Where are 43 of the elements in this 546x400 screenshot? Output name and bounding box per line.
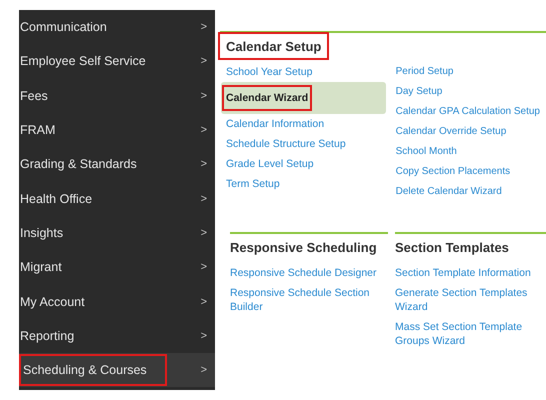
sidebar-item[interactable]: Insights > bbox=[19, 216, 215, 250]
menu-link[interactable]: Section Template Information bbox=[395, 266, 531, 280]
sidebar-item[interactable]: Employee Self Service > bbox=[19, 44, 215, 79]
menu-link[interactable]: Delete Calendar Wizard bbox=[396, 185, 502, 199]
chevron-icon: > bbox=[200, 90, 207, 102]
sidebar-item[interactable]: Scheduling & Courses > bbox=[19, 352, 215, 388]
chevron-icon: > bbox=[200, 124, 207, 136]
sidebar-item[interactable]: My Account > bbox=[19, 284, 215, 319]
sidebar-item[interactable]: Communication > bbox=[19, 10, 215, 44]
chevron-icon: > bbox=[200, 226, 207, 239]
sidebar-item[interactable]: Health Office > bbox=[19, 181, 215, 216]
menu-link[interactable]: Mass Set Section Template Groups Wizard bbox=[395, 320, 546, 348]
menu-link[interactable]: Period Setup bbox=[396, 65, 454, 79]
menu-link[interactable]: Copy Section Placements bbox=[396, 165, 510, 179]
chevron-icon: > bbox=[200, 21, 207, 34]
chevron-icon: > bbox=[200, 261, 207, 274]
chevron-icon: > bbox=[200, 158, 207, 170]
menu-link[interactable]: Calendar Information bbox=[226, 117, 324, 131]
chevron-icon: > bbox=[200, 55, 207, 68]
menu-link[interactable]: Responsive Schedule Designer bbox=[230, 266, 377, 280]
section-heading: Calendar Setup bbox=[220, 34, 328, 58]
chevron-icon: > bbox=[200, 192, 207, 205]
menu-link[interactable]: Calendar Override Setup bbox=[396, 125, 506, 139]
chevron-icon: > bbox=[200, 296, 207, 308]
menu-link[interactable]: Responsive Schedule Section Builder bbox=[230, 286, 388, 314]
menu-link[interactable]: Grade Level Setup bbox=[226, 157, 314, 171]
menu-link[interactable]: Schedule Structure Setup bbox=[226, 137, 346, 151]
menu-link[interactable]: Calendar Wizard bbox=[224, 87, 310, 109]
menu-link[interactable]: School Year Setup bbox=[226, 65, 312, 79]
menu-link[interactable]: Calendar GPA Calculation Setup bbox=[396, 105, 540, 119]
sidebar-item[interactable]: Reporting > bbox=[19, 318, 215, 353]
chevron-icon: > bbox=[200, 364, 207, 376]
menu-link[interactable]: School Month bbox=[396, 145, 457, 159]
sidebar-item[interactable]: FRAM > bbox=[19, 112, 215, 148]
menu-link[interactable]: Term Setup bbox=[226, 177, 280, 191]
menu-link[interactable]: Day Setup bbox=[396, 85, 442, 99]
sidebar-item[interactable]: Migrant > bbox=[19, 250, 215, 284]
sidebar-item[interactable]: Fees > bbox=[19, 78, 215, 113]
section-heading: Responsive Scheduling bbox=[230, 239, 378, 257]
menu-link[interactable]: Generate Section Templates Wizard bbox=[395, 286, 546, 314]
sidebar-item[interactable]: Grading & Standards > bbox=[19, 147, 215, 182]
chevron-icon: > bbox=[200, 330, 207, 342]
section-heading: Section Templates bbox=[395, 239, 510, 257]
